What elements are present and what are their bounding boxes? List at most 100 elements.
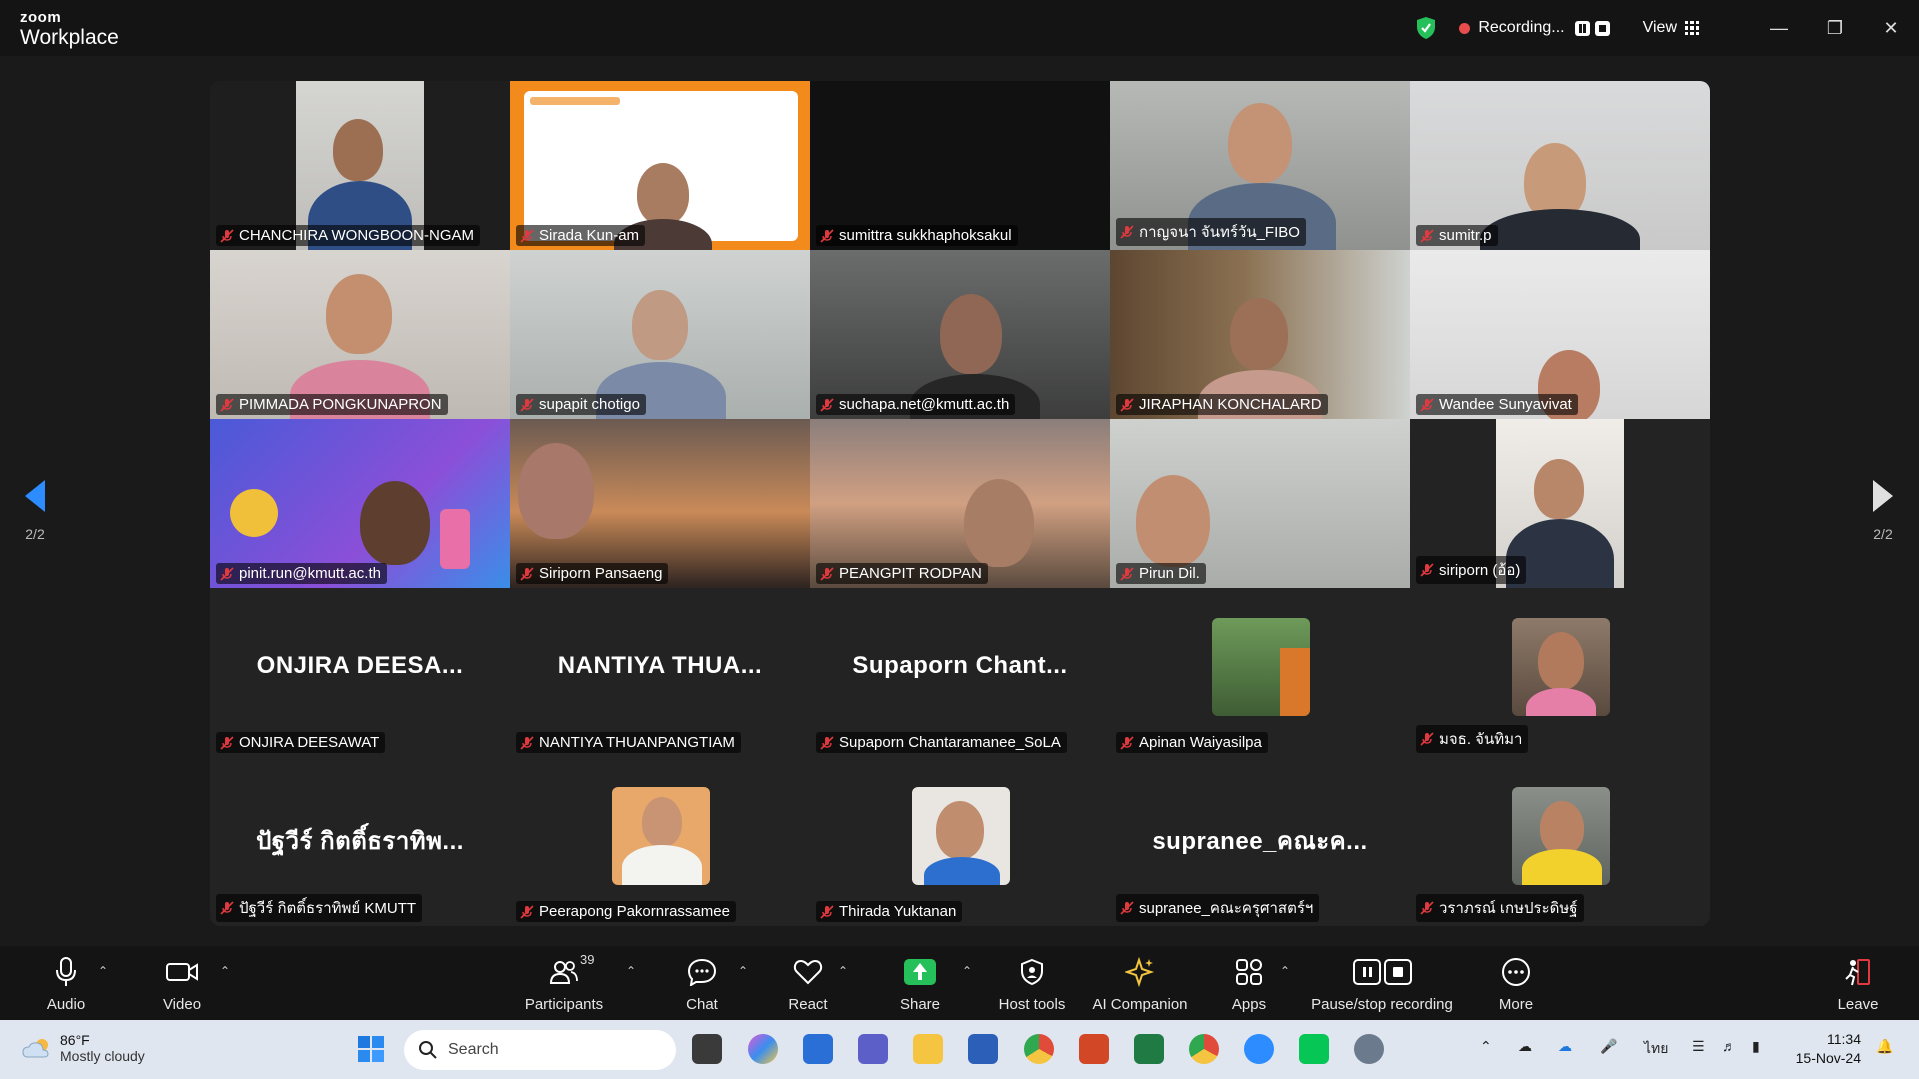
host-tools-button[interactable]: Host tools: [972, 954, 1092, 1013]
line-icon[interactable]: [1299, 1034, 1329, 1064]
apps-button[interactable]: Apps: [1189, 954, 1309, 1013]
video-tile[interactable]: suchapa.net@kmutt.ac.th: [810, 250, 1110, 419]
notification-bell-icon[interactable]: 🔔: [1876, 1038, 1893, 1055]
copilot-icon[interactable]: [748, 1034, 778, 1064]
battery-icon[interactable]: ▮: [1752, 1038, 1760, 1055]
taskbar-clock[interactable]: 11:34 15-Nov-24: [1796, 1030, 1861, 1068]
share-button[interactable]: Share: [860, 954, 980, 1013]
chat-options-chevron-icon[interactable]: ⌃: [738, 964, 748, 978]
windows-start-icon[interactable]: [356, 1034, 386, 1064]
weather-widget[interactable]: 86°F Mostly cloudy: [22, 1032, 145, 1064]
video-tile[interactable]: supapit chotigo: [510, 250, 810, 419]
participant-name-tag: มจธ. จันทิมา: [1416, 725, 1529, 753]
task-view-icon[interactable]: [692, 1034, 722, 1064]
video-options-chevron-icon[interactable]: ⌃: [220, 964, 230, 978]
video-off-tile[interactable]: NANTIYA THUA... NANTIYA THUANPANGTIAM: [510, 588, 810, 757]
tray-chevron-up-icon[interactable]: ⌃: [1480, 1038, 1492, 1055]
apps-options-chevron-icon[interactable]: ⌃: [1280, 964, 1290, 978]
video-tile[interactable]: Sirada Kun-am: [510, 81, 810, 250]
taskbar-search-box[interactable]: Search: [404, 1030, 676, 1070]
video-off-tile[interactable]: Peerapong Pakornrassamee: [510, 757, 810, 926]
participant-name-tag: siriporn (อ้อ): [1416, 556, 1527, 584]
chrome-profile-icon[interactable]: [1024, 1034, 1054, 1064]
video-off-tile[interactable]: ปัฐวีร์ กิตติ์ธราทิพ... ปัฐวีร์ กิตติ์ธร…: [210, 757, 510, 926]
muted-mic-icon: [1420, 901, 1434, 915]
participants-button[interactable]: 39 Participants: [504, 952, 624, 1013]
video-tile[interactable]: sumittra sukkhaphoksakul: [810, 81, 1110, 250]
language-indicator[interactable]: ไทย: [1644, 1038, 1668, 1060]
participants-label: Participants: [524, 996, 604, 1013]
muted-mic-icon: [820, 228, 834, 243]
video-off-tile[interactable]: Thirada Yuktanan: [810, 757, 1110, 926]
more-button[interactable]: More: [1456, 954, 1576, 1013]
avatar: [1512, 787, 1610, 885]
view-button[interactable]: View: [1643, 19, 1699, 37]
next-page-button[interactable]: 2/2: [1868, 480, 1898, 542]
video-off-tile[interactable]: Supaporn Chant... Supaporn Chantaramanee…: [810, 588, 1110, 757]
powerpoint-icon[interactable]: [1079, 1034, 1109, 1064]
video-tile[interactable]: sumitr.p: [1410, 81, 1710, 250]
network-activity-icon[interactable]: ☁: [1518, 1038, 1532, 1055]
video-tile[interactable]: PIMMADA PONGKUNAPRON: [210, 250, 510, 419]
video-tile[interactable]: JIRAPHAN KONCHALARD: [1110, 250, 1410, 419]
video-tile[interactable]: PEANGPIT RODPAN: [810, 419, 1110, 588]
store-icon[interactable]: [803, 1034, 833, 1064]
file-explorer-icon[interactable]: [913, 1034, 943, 1064]
tray-microphone-icon[interactable]: 🎤: [1600, 1038, 1617, 1055]
muted-mic-icon: [820, 397, 834, 412]
video-tile[interactable]: Pirun Dil.: [1110, 419, 1410, 588]
video-off-tile[interactable]: Apinan Waiyasilpa: [1110, 588, 1410, 757]
muted-mic-icon: [520, 228, 534, 243]
video-off-tile[interactable]: ONJIRA DEESA... ONJIRA DEESAWAT: [210, 588, 510, 757]
leave-button[interactable]: Leave: [1798, 954, 1918, 1013]
participant-name-tag: Sirada Kun-am: [516, 225, 646, 246]
video-tile[interactable]: pinit.run@kmutt.ac.th: [210, 419, 510, 588]
video-tile[interactable]: Wandee Sunyavivat: [1410, 250, 1710, 419]
participant-name-tag: sumittra sukkhaphoksakul: [816, 225, 1018, 246]
share-options-chevron-icon[interactable]: ⌃: [962, 964, 972, 978]
recording-dot-icon: [1459, 22, 1471, 34]
muted-mic-icon: [820, 566, 834, 581]
audio-options-chevron-icon[interactable]: ⌃: [98, 964, 108, 978]
video-off-tile[interactable]: supranee_คณะค... supranee_คณะครุศาสตร์ฯ: [1110, 757, 1410, 926]
volume-icon[interactable]: ♬: [1722, 1038, 1736, 1054]
close-button[interactable]: ✕: [1863, 14, 1919, 42]
video-tile[interactable]: CHANCHIRA WONGBOON-NGAM: [210, 81, 510, 250]
page-indicator-right: 2/2: [1873, 526, 1893, 542]
participant-display-name: ปัฐวีร์ กิตติ์ธราทิพ...: [256, 828, 464, 855]
chrome-icon[interactable]: [1189, 1034, 1219, 1064]
microphone-icon: [56, 957, 76, 986]
pause-recording-icon[interactable]: [1574, 20, 1590, 36]
video-tile[interactable]: กาญจนา จันทร์วัน_FIBO: [1110, 81, 1410, 250]
participant-display-name: supranee_คณะค...: [1152, 828, 1368, 855]
video-tile[interactable]: Siriporn Pansaeng: [510, 419, 810, 588]
participants-options-chevron-icon[interactable]: ⌃: [626, 964, 636, 978]
prev-page-button[interactable]: 2/2: [20, 480, 50, 542]
react-button[interactable]: React: [748, 954, 868, 1013]
encryption-shield-icon[interactable]: [1415, 16, 1437, 40]
video-button[interactable]: Video: [122, 954, 242, 1013]
react-options-chevron-icon[interactable]: ⌃: [838, 964, 848, 978]
participant-name-tag: suchapa.net@kmutt.ac.th: [816, 394, 1016, 415]
zoom-taskbar-icon[interactable]: [1244, 1034, 1274, 1064]
participant-name-tag: PEANGPIT RODPAN: [816, 563, 988, 584]
stop-recording-icon[interactable]: [1594, 20, 1610, 36]
minimize-button[interactable]: —: [1751, 14, 1807, 42]
chat-button[interactable]: Chat: [642, 954, 762, 1013]
onedrive-icon[interactable]: ☁: [1558, 1038, 1572, 1055]
restore-button[interactable]: ❐: [1807, 14, 1863, 42]
video-tile[interactable]: siriporn (อ้อ): [1410, 419, 1710, 588]
video-off-tile[interactable]: วราภรณ์ เกษประดิษฐ์: [1410, 757, 1710, 926]
excel-icon[interactable]: [1134, 1034, 1164, 1064]
ai-companion-button[interactable]: AI Companion: [1080, 954, 1200, 1013]
settings-gear-icon[interactable]: [1354, 1034, 1384, 1064]
pause-stop-recording-button[interactable]: Pause/stop recording: [1302, 954, 1462, 1013]
wifi-icon[interactable]: ☰: [1692, 1038, 1705, 1055]
teams-icon[interactable]: [858, 1034, 888, 1064]
word-icon[interactable]: [968, 1034, 998, 1064]
muted-mic-icon: [820, 735, 834, 750]
video-off-tile[interactable]: มจธ. จันทิมา: [1410, 588, 1710, 757]
audio-button[interactable]: Audio: [6, 954, 126, 1013]
chat-bubble-icon: [687, 958, 717, 986]
participant-name-tag: pinit.run@kmutt.ac.th: [216, 563, 387, 584]
